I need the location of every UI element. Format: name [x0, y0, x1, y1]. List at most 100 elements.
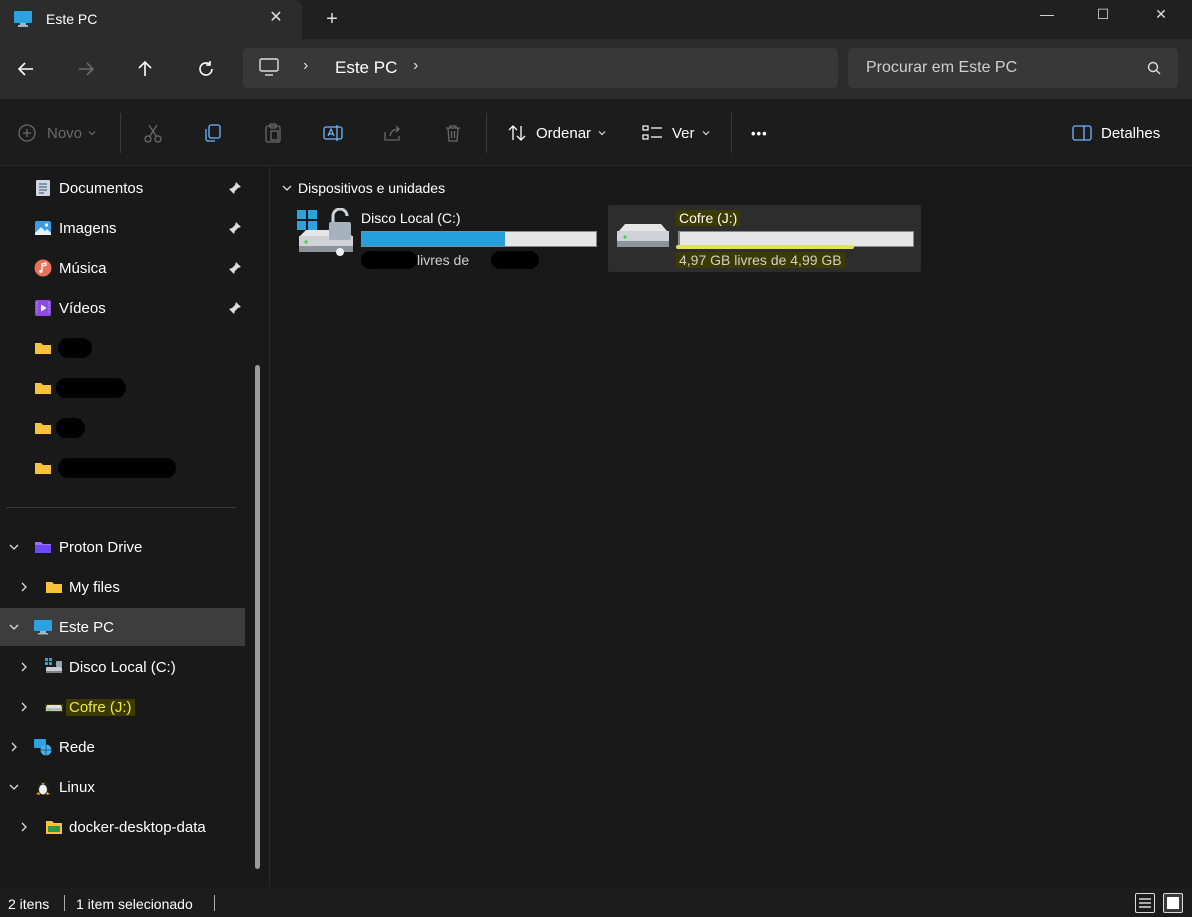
close-window-button[interactable]: ✕: [1138, 0, 1184, 30]
rename-button[interactable]: [322, 119, 344, 147]
folder-icon: [46, 821, 62, 834]
pin-icon[interactable]: [228, 181, 242, 195]
videos-icon: [35, 300, 51, 316]
chevron-down-icon: [598, 131, 606, 136]
sidebar-item-label: Música: [59, 259, 107, 277]
sidebar-item-linux[interactable]: Linux: [0, 768, 245, 806]
chevron-right-icon[interactable]: [18, 661, 30, 673]
back-icon[interactable]: [12, 55, 40, 83]
search-icon[interactable]: [1146, 60, 1162, 76]
cut-button[interactable]: [142, 119, 164, 147]
folder-icon: [35, 463, 51, 474]
sidebar-item-my-files[interactable]: My files: [0, 568, 245, 606]
copy-button[interactable]: [202, 119, 224, 147]
pc-icon: [259, 58, 279, 76]
more-options-button[interactable]: •••: [751, 119, 768, 147]
sidebar-item-cofre[interactable]: Cofre (J:): [0, 688, 245, 726]
sidebar-item-videos[interactable]: Vídeos: [0, 289, 245, 327]
sidebar-item-redacted-folder[interactable]: [0, 409, 245, 447]
search-box[interactable]: Procurar em Este PC: [848, 48, 1178, 88]
chevron-down-icon[interactable]: [281, 182, 293, 194]
drive-tile-disco-local[interactable]: Disco Local (C:) livres de: [291, 205, 604, 272]
details-button[interactable]: Detalhes: [1072, 119, 1160, 147]
refresh-icon[interactable]: [192, 55, 220, 83]
sidebar-item-imagens[interactable]: Imagens: [0, 209, 245, 247]
sidebar-item-rede[interactable]: Rede: [0, 728, 245, 766]
chevron-right-icon[interactable]: [8, 741, 20, 753]
chevron-down-icon: [88, 131, 96, 136]
new-button[interactable]: Novo: [17, 119, 96, 147]
sidebar-item-docker-desktop-data[interactable]: docker-desktop-data: [0, 808, 245, 846]
tiles-view-icon: [1167, 897, 1179, 909]
toolbar-divider: [731, 113, 732, 153]
breadcrumb-separator[interactable]: ›: [413, 57, 418, 75]
sidebar-item-redacted-folder[interactable]: [0, 449, 245, 487]
maximize-button[interactable]: ☐: [1080, 0, 1126, 30]
sidebar-item-proton-drive[interactable]: Proton Drive: [0, 528, 245, 566]
forward-icon[interactable]: [72, 55, 100, 83]
sidebar-item-documentos[interactable]: Documentos: [0, 169, 245, 207]
drive-free-space: 4,97 GB livres de 4,99 GB: [676, 252, 845, 268]
paste-button[interactable]: [262, 119, 284, 147]
view-icon: [642, 125, 662, 140]
chevron-down-icon[interactable]: [8, 781, 20, 793]
redacted-label: [58, 338, 92, 358]
sort-icon: [508, 125, 526, 141]
sidebar-item-label: Imagens: [59, 219, 117, 237]
breadcrumb-separator[interactable]: ›: [303, 57, 308, 75]
drive-usage-fill: [679, 232, 680, 246]
address-bar[interactable]: › Este PC ›: [243, 48, 838, 88]
item-count: 2 itens: [8, 896, 50, 912]
trash-icon: [446, 125, 460, 142]
sidebar-item-musica[interactable]: Música: [0, 249, 245, 287]
chevron-right-icon[interactable]: [18, 821, 30, 833]
drive-tile-cofre[interactable]: Cofre (J:) 4,97 GB livres de 4,99 GB: [608, 205, 921, 272]
sort-button[interactable]: Ordenar: [506, 119, 606, 147]
tiles-view-button[interactable]: [1163, 893, 1183, 913]
view-button[interactable]: Ver: [642, 119, 710, 147]
new-tab-button[interactable]: +: [321, 8, 343, 30]
music-icon: [34, 259, 52, 277]
sidebar-item-label: Vídeos: [59, 299, 106, 317]
minimize-button[interactable]: —: [1024, 0, 1070, 30]
pictures-icon: [35, 221, 51, 235]
plus-circle-icon: [18, 124, 36, 142]
group-header[interactable]: Dispositivos e unidades: [281, 180, 445, 196]
copy-icon: [205, 124, 221, 142]
sidebar-item-redacted-folder[interactable]: [0, 329, 245, 367]
chevron-right-icon[interactable]: [18, 701, 30, 713]
redacted-value: [361, 251, 417, 269]
search-input[interactable]: Procurar em Este PC: [866, 59, 1017, 77]
breadcrumb-este-pc[interactable]: Este PC: [335, 58, 397, 78]
status-separator: [214, 895, 215, 911]
view-label: Ver: [672, 124, 695, 142]
tab-este-pc[interactable]: Este PC ✕: [0, 0, 302, 39]
drive-name: Cofre (J:): [676, 210, 741, 226]
chevron-down-icon[interactable]: [8, 541, 20, 553]
share-button[interactable]: [382, 119, 404, 147]
new-label: Novo: [47, 124, 83, 142]
status-bar: 2 itens 1 item selecionado: [0, 887, 1192, 917]
sidebar-scrollbar[interactable]: [255, 365, 260, 869]
sidebar-item-redacted-folder[interactable]: [0, 369, 245, 407]
tab-title: Este PC: [46, 11, 98, 27]
sidebar-item-disco-local[interactable]: Disco Local (C:): [0, 648, 245, 686]
chevron-down-icon[interactable]: [8, 621, 20, 633]
pc-icon: [14, 11, 32, 27]
details-view-button[interactable]: [1135, 893, 1155, 913]
folder-icon: [35, 423, 51, 434]
status-separator: [64, 895, 65, 911]
drive-icon: [617, 224, 669, 247]
sidebar-item-label: Rede: [59, 738, 95, 756]
tab-close-icon[interactable]: ✕: [266, 8, 286, 28]
delete-button[interactable]: [442, 119, 464, 147]
rename-icon: [323, 125, 343, 141]
chevron-right-icon[interactable]: [18, 581, 30, 593]
drive-name: Disco Local (C:): [361, 210, 461, 226]
pin-icon[interactable]: [228, 301, 242, 315]
sidebar-item-este-pc[interactable]: Este PC: [0, 608, 245, 646]
pin-icon[interactable]: [228, 221, 242, 235]
selection-count: 1 item selecionado: [76, 896, 193, 912]
up-icon[interactable]: [131, 55, 159, 83]
pin-icon[interactable]: [228, 261, 242, 275]
